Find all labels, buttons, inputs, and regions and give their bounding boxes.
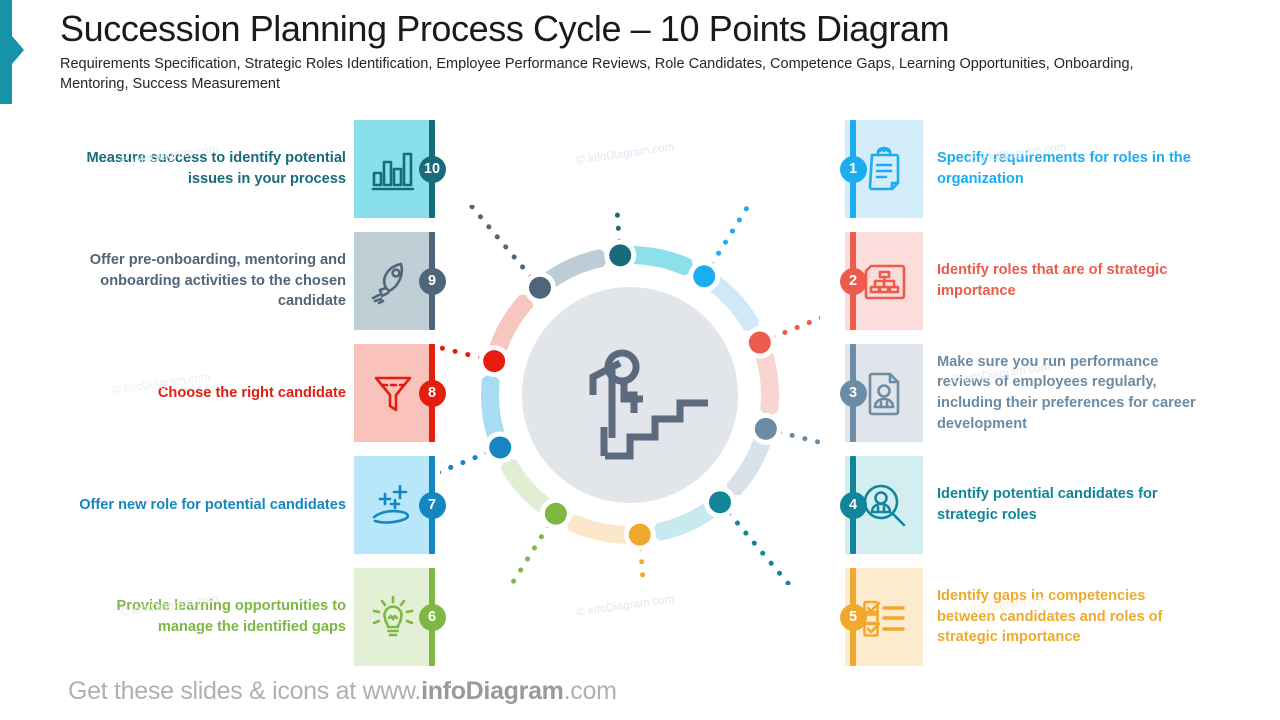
funnel-icon xyxy=(369,369,417,417)
employee-document-icon xyxy=(860,369,908,417)
step-label-2: Identify roles that are of strategic imp… xyxy=(937,262,1168,299)
cycle-connector-8 xyxy=(377,330,484,361)
footer-suffix: .com xyxy=(563,677,617,705)
step-row-5[interactable]: Identify gaps in competencies between ca… xyxy=(839,568,1225,666)
cycle-arc-7 xyxy=(481,371,506,440)
step-row-10[interactable]: Measure success to identify potential is… xyxy=(60,120,446,218)
step-label-4: Identify potential candidates for strate… xyxy=(937,486,1158,523)
step-row-1[interactable]: Specify requirements for roles in the or… xyxy=(839,120,1225,218)
cycle-arc-8 xyxy=(488,294,534,354)
step-row-6[interactable]: Provide learning opportunities to manage… xyxy=(60,568,446,666)
step-number-badge-2[interactable]: 2 xyxy=(839,268,867,295)
cycle-node-7[interactable] xyxy=(489,436,512,459)
cycle-node-6[interactable] xyxy=(544,502,567,525)
step-row-2[interactable]: Identify roles that are of strategic imp… xyxy=(839,232,1225,330)
step-label-6: Provide learning opportunities to manage… xyxy=(116,598,346,635)
title-accent-arrow xyxy=(12,36,24,64)
footer-link[interactable]: Get these slides & icons at www.infoDiag… xyxy=(68,677,617,706)
bar-chart-icon xyxy=(369,145,417,193)
step-number-badge-10[interactable]: 10 xyxy=(418,156,446,183)
cycle-node-8[interactable] xyxy=(483,350,506,373)
cycle-connector-2 xyxy=(770,295,872,340)
footer-brand: infoDiagram xyxy=(421,677,564,705)
step-label-5: Identify gaps in competencies between ca… xyxy=(937,587,1163,646)
cycle-node-1[interactable] xyxy=(693,265,716,288)
rocket-icon xyxy=(369,257,417,305)
org-chart-icon xyxy=(860,257,908,305)
step-number-badge-1[interactable]: 1 xyxy=(839,156,867,183)
cycle-connector-9 xyxy=(461,194,534,280)
step-number-badge-3[interactable]: 3 xyxy=(839,380,867,407)
cycle-arc-3 xyxy=(726,436,772,496)
cycle-node-5[interactable] xyxy=(628,523,651,546)
checklist-icon xyxy=(860,593,908,641)
step-row-7[interactable]: Offer new role for potential candidates 7 xyxy=(60,456,446,554)
cycle-connector-1 xyxy=(709,173,770,267)
step-number-badge-4[interactable]: 4 xyxy=(839,492,867,519)
lightbulb-icon xyxy=(369,593,417,641)
step-row-3[interactable]: Make sure you run performance reviews of… xyxy=(839,344,1225,442)
watermark: © infoDiagram.com xyxy=(575,593,675,619)
candidate-search-icon xyxy=(860,481,908,529)
page-subtitle: Requirements Specification, Strategic Ro… xyxy=(60,55,1134,93)
cycle-node-4[interactable] xyxy=(708,491,731,514)
center-cycle-diagram xyxy=(377,135,883,655)
cycle-connector-5 xyxy=(638,546,651,655)
step-label-9: Offer pre-onboarding, mentoring and onbo… xyxy=(89,251,346,310)
step-number-badge-6[interactable]: 6 xyxy=(418,604,446,631)
step-label-8: Choose the right candidate xyxy=(157,384,346,401)
step-row-4[interactable]: Identify potential candidates for strate… xyxy=(839,456,1225,554)
cycle-node-10[interactable] xyxy=(609,244,632,267)
page-title: Succession Planning Process Cycle – 10 P… xyxy=(60,8,950,49)
cycle-arc-5 xyxy=(565,514,629,544)
cycle-node-9[interactable] xyxy=(529,276,552,299)
step-label-7: Offer new role for potential candidates xyxy=(79,496,346,513)
cycle-arc-2 xyxy=(754,350,779,419)
cycle-node-3[interactable] xyxy=(754,417,777,440)
step-label-3: Make sure you run performance reviews of… xyxy=(937,353,1196,432)
step-row-9[interactable]: Offer pre-onboarding, mentoring and onbo… xyxy=(60,232,446,330)
step-label-1: Specify requirements for roles in the or… xyxy=(937,150,1191,187)
footer-prefix: Get these slides & icons at www. xyxy=(68,677,422,705)
clipboard-icon xyxy=(860,145,908,193)
cycle-connector-3 xyxy=(776,429,883,460)
cycle-node-2[interactable] xyxy=(748,331,771,354)
cycle-connector-6 xyxy=(490,523,551,617)
title-accent-bar xyxy=(0,0,12,104)
watermark: © infoDiagram.com xyxy=(575,141,675,167)
cycle-connector-10 xyxy=(609,135,622,244)
cycle-connector-4 xyxy=(726,510,799,596)
header: Succession Planning Process Cycle – 10 P… xyxy=(60,8,1240,95)
cycle-connector-7 xyxy=(388,450,490,495)
step-number-badge-5[interactable]: 5 xyxy=(839,604,867,631)
step-label-10: Measure success to identify potential is… xyxy=(86,150,346,187)
cycle-arc-10 xyxy=(631,246,695,276)
hand-plus-icon xyxy=(369,481,417,529)
